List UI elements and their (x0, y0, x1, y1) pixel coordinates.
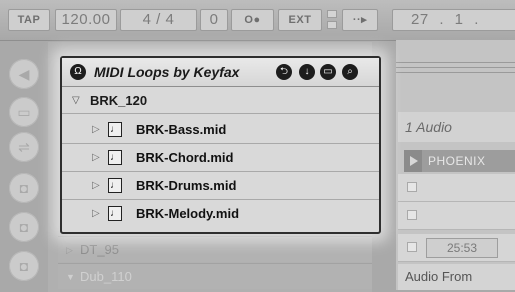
stop-button-icon[interactable] (407, 210, 417, 220)
arrangement-position-field[interactable]: 27 . 1 . (392, 9, 515, 31)
tap-button[interactable]: TAP (8, 9, 50, 31)
popup-header: Ω MIDI Loops by Keyfax ⮌ ↓ ▭ ⌕ (62, 58, 379, 87)
divider (396, 62, 515, 63)
file-row[interactable]: ▷ ♩ BRK-Drums.mid (62, 172, 379, 200)
expand-triangle-icon[interactable]: ▷ (92, 116, 100, 144)
expand-triangle-icon: ▷ (66, 245, 73, 255)
file-label: BRK-Bass.mid (136, 122, 227, 137)
midi-file-icon: ♩ (108, 122, 122, 137)
groove-offset-field[interactable]: 0 (200, 9, 228, 31)
expand-triangle-icon[interactable]: ▷ (92, 172, 100, 200)
expand-triangle-icon[interactable]: ▷ (92, 200, 100, 228)
midi-file-icon: ♩ (108, 206, 122, 221)
midi-file-icon: ♩ (108, 178, 122, 193)
folder-label: BRK_120 (90, 93, 148, 108)
time-display: 25:53 (426, 238, 498, 258)
divider (396, 72, 515, 73)
back-icon[interactable]: ⮌ (276, 64, 292, 80)
expand-triangle-icon[interactable]: ▷ (92, 144, 100, 172)
browser-item-label: Dub_110 (80, 269, 132, 284)
midi-loops-popup: Ω MIDI Loops by Keyfax ⮌ ↓ ▭ ⌕ ▽ BRK_120… (60, 56, 381, 234)
audio-from-label: Audio From (398, 264, 515, 290)
disk-icon-3[interactable]: ◘ (9, 251, 39, 281)
file-label: BRK-Chord.mid (136, 150, 234, 165)
popup-title: MIDI Loops by Keyfax (94, 64, 240, 80)
collapse-triangle-icon[interactable]: ▽ (72, 88, 80, 114)
browser-item[interactable]: ▷ DT_95 (58, 236, 372, 262)
metronome-button[interactable]: O● (231, 9, 274, 31)
file-row[interactable]: ▷ ♩ BRK-Bass.mid (62, 116, 379, 144)
sync-indicator-bottom (327, 21, 337, 29)
clip-play-icon[interactable] (404, 150, 422, 172)
disk-icon[interactable]: ◘ (9, 173, 39, 203)
tempo-field[interactable]: 120.00 (55, 9, 117, 31)
headphones-icon[interactable]: Ω (70, 64, 86, 80)
chevron-left-icon[interactable]: ◀ (9, 59, 39, 89)
clip-name: PHOENIX (428, 154, 486, 168)
folder-row[interactable]: ▽ BRK_120 (62, 88, 379, 114)
browser-item[interactable]: ▼ Dub_110 (58, 263, 372, 289)
track-name[interactable]: 1 Audio (398, 112, 515, 142)
stop-button-icon[interactable] (407, 182, 417, 192)
transport-bar: TAP 120.00 4 / 4 0 O● EXT ··▸ 27 . 1 . (0, 0, 515, 41)
stop-button-icon[interactable] (407, 242, 417, 252)
search-icon[interactable]: ⌕ (342, 64, 358, 80)
file-row[interactable]: ▷ ♩ BRK-Melody.mid (62, 200, 379, 228)
window-icon[interactable]: ▭ (9, 97, 39, 127)
sync-indicator-top (327, 10, 337, 18)
file-label: BRK-Melody.mid (136, 206, 240, 221)
disk-icon-2[interactable]: ◘ (9, 212, 39, 242)
time-signature-field[interactable]: 4 / 4 (120, 9, 197, 31)
view-icon[interactable]: ▭ (320, 64, 336, 80)
clip-slot-empty[interactable] (398, 174, 515, 202)
ext-sync-button[interactable]: EXT (278, 9, 322, 31)
file-row[interactable]: ▷ ♩ BRK-Chord.mid (62, 144, 379, 172)
file-label: BRK-Drums.mid (136, 178, 237, 193)
browser-selector-strip: ◀ ▭ ⇌ ◘ ◘ ◘ (0, 40, 48, 290)
download-icon[interactable]: ↓ (299, 64, 315, 80)
clip-slot[interactable]: PHOENIX (404, 150, 515, 172)
plugin-icon[interactable]: ⇌ (9, 132, 39, 162)
midi-file-icon: ♩ (108, 150, 122, 165)
clip-slot-empty[interactable] (398, 202, 515, 230)
browser-item-label: DT_95 (80, 242, 120, 257)
follow-button[interactable]: ··▸ (342, 9, 378, 31)
expand-triangle-icon: ▼ (66, 272, 75, 282)
divider (396, 67, 515, 68)
